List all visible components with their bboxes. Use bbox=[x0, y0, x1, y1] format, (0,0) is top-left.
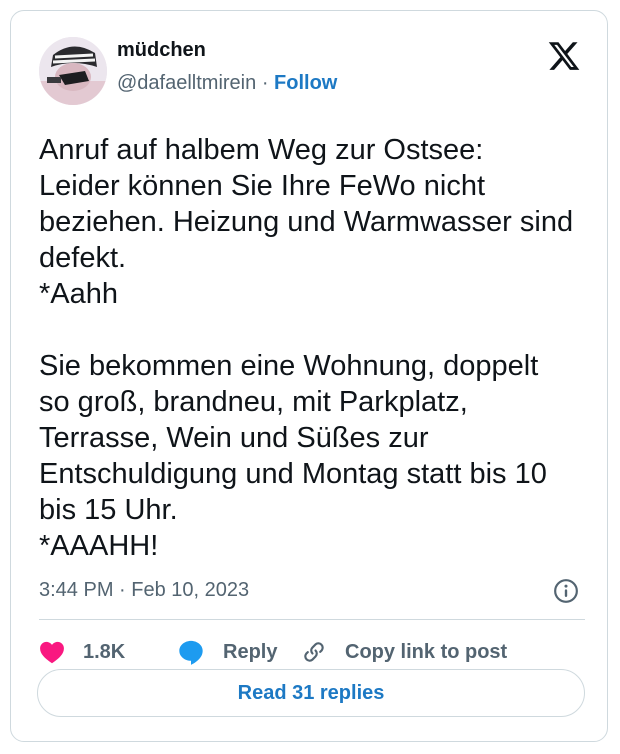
reply-button[interactable]: Reply bbox=[177, 636, 277, 668]
reply-label: Reply bbox=[223, 640, 278, 663]
avatar-image bbox=[39, 37, 107, 105]
info-icon[interactable] bbox=[553, 578, 579, 604]
read-replies-button[interactable]: Read 31 replies bbox=[37, 669, 585, 717]
speech-bubble-icon bbox=[179, 640, 203, 665]
tweet-card: müdchen @dafaelltmirein · Follow Anruf a… bbox=[10, 10, 608, 742]
read-replies-label: Read 31 replies bbox=[237, 681, 385, 704]
copy-link-label: Copy link to post bbox=[345, 640, 508, 663]
tweet-timestamp[interactable]: 3:44 PM · Feb 10, 2023 bbox=[39, 579, 249, 602]
author-handle-line: @dafaelltmirein · Follow bbox=[117, 72, 337, 95]
separator-dot: · bbox=[261, 72, 269, 94]
avatar[interactable] bbox=[39, 37, 107, 105]
tweet-text: Anruf auf halbem Weg zur Ostsee: Leider … bbox=[39, 134, 574, 562]
like-button[interactable]: 1.8K bbox=[39, 636, 125, 668]
link-icon bbox=[304, 642, 324, 662]
follow-button[interactable]: Follow bbox=[274, 72, 337, 94]
divider bbox=[39, 619, 585, 620]
author-handle[interactable]: @dafaelltmirein bbox=[117, 72, 256, 94]
x-logo-icon[interactable] bbox=[547, 39, 581, 73]
author-display-name[interactable]: müdchen bbox=[117, 39, 206, 62]
copy-link-button[interactable]: Copy link to post bbox=[301, 636, 507, 668]
like-count: 1.8K bbox=[83, 640, 126, 663]
heart-icon bbox=[40, 641, 64, 664]
